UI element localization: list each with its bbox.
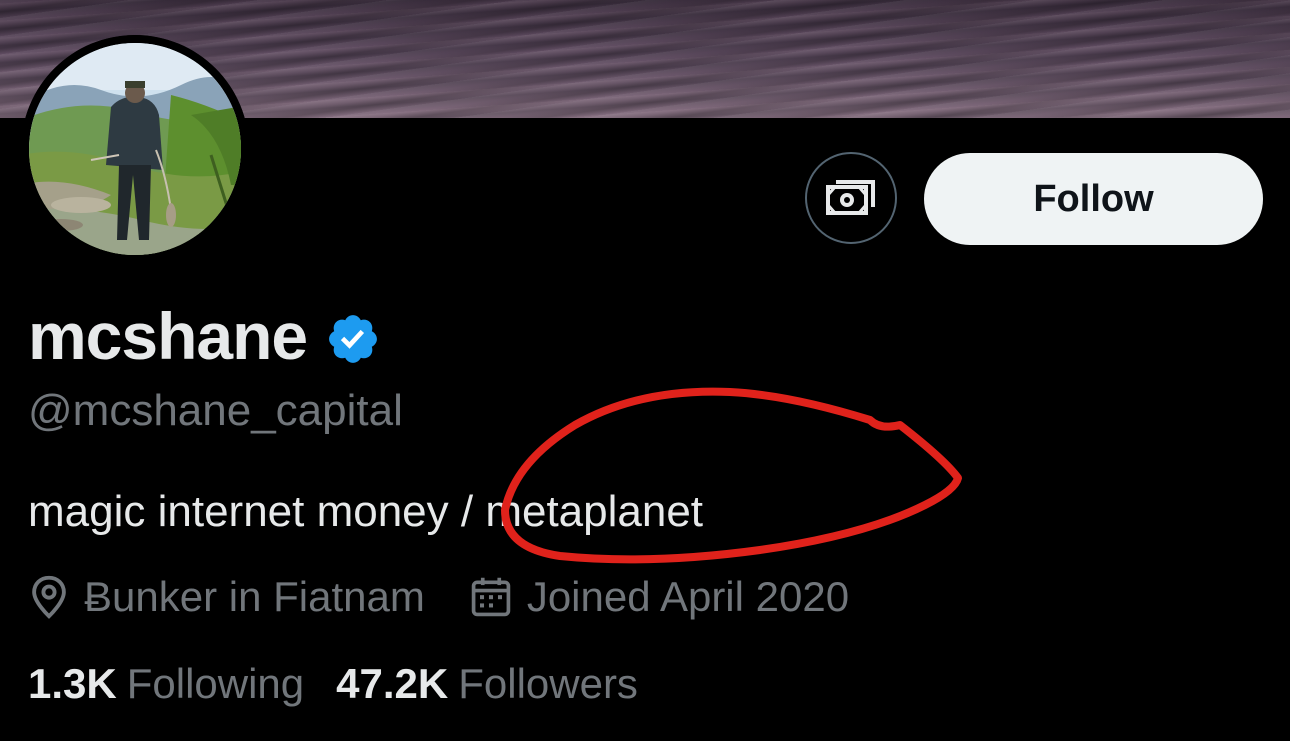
location-text: Ƀunker in Fiatnam xyxy=(84,573,425,620)
profile-page: Follow mcshane @mcshane_capital magic in… xyxy=(0,0,1290,741)
name-row: mcshane xyxy=(28,298,381,374)
bio: magic internet money / metaplanet xyxy=(28,487,704,536)
followers-label: Followers xyxy=(458,660,638,707)
follow-stats: 1.3K Following 47.2K Followers xyxy=(28,660,638,708)
profile-meta: Ƀunker in Fiatnam Joined April 2020 xyxy=(28,570,849,624)
location-item: Ƀunker in Fiatnam xyxy=(28,573,425,621)
handle: @mcshane_capital xyxy=(28,386,403,435)
following-link[interactable]: 1.3K Following xyxy=(28,660,304,708)
verified-badge-icon[interactable] xyxy=(325,311,381,367)
tip-button[interactable] xyxy=(805,152,897,244)
avatar[interactable] xyxy=(21,35,249,263)
calendar-icon xyxy=(471,577,511,617)
joined-item: Joined April 2020 xyxy=(469,573,849,621)
display-name: mcshane xyxy=(28,299,308,373)
following-label: Following xyxy=(126,660,305,707)
joined-text: Joined April 2020 xyxy=(526,573,850,620)
money-icon xyxy=(826,180,875,215)
followers-count: 47.2K xyxy=(336,660,449,707)
follow-button[interactable]: Follow xyxy=(924,153,1263,245)
following-count: 1.3K xyxy=(28,660,117,707)
location-pin-icon xyxy=(32,575,66,619)
followers-link[interactable]: 47.2K Followers xyxy=(336,660,638,708)
